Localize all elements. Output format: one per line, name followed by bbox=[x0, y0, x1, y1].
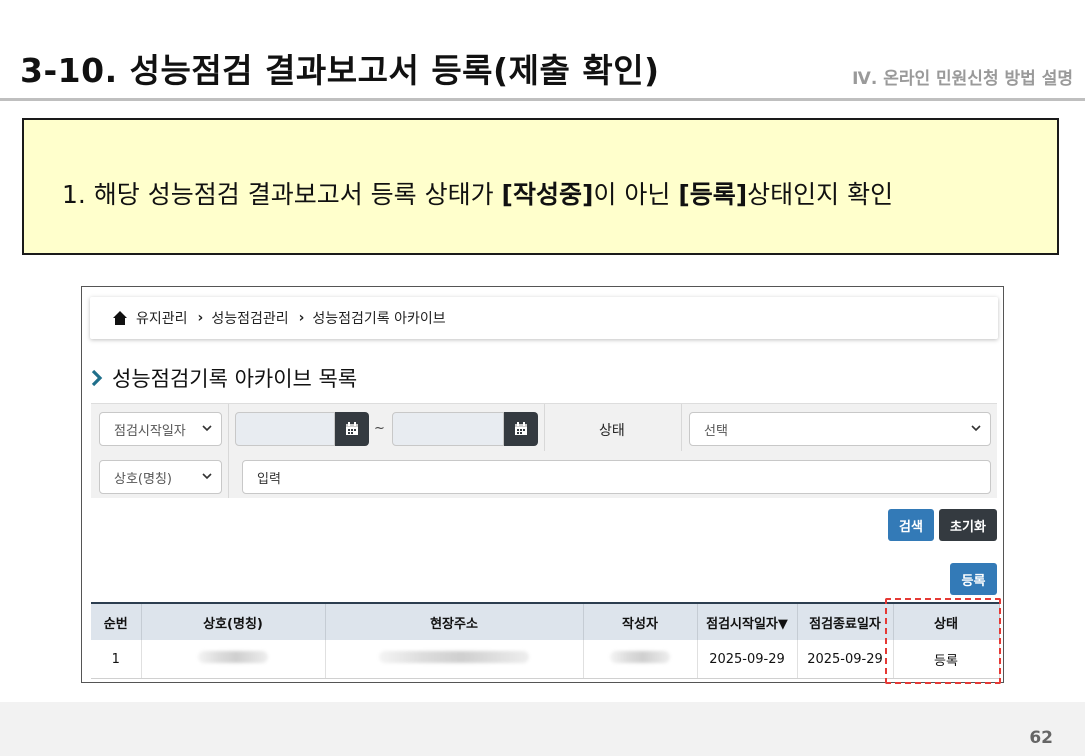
column-header-author[interactable]: 작성자 bbox=[583, 602, 698, 640]
date-type-select[interactable]: 점검시작일자 bbox=[99, 412, 222, 446]
keyword-input-placeholder: 입력 bbox=[257, 471, 281, 487]
filter-divider bbox=[228, 404, 229, 498]
column-header-end-date[interactable]: 점검종료일자 bbox=[797, 602, 894, 640]
instruction-state-writing: [작성중] bbox=[501, 180, 594, 209]
chevron-down-icon bbox=[971, 425, 981, 432]
row-start-date: 2025-09-29 bbox=[697, 640, 798, 679]
row-author-redacted bbox=[583, 640, 698, 679]
slide-title: 3-10. 성능점검 결과보고서 등록(제출 확인) bbox=[20, 51, 660, 90]
row-name-redacted bbox=[141, 640, 326, 679]
instruction-prefix: 1. 해당 성능점검 결과보고서 등록 상태가 bbox=[62, 180, 502, 209]
chevron-down-icon bbox=[202, 425, 212, 432]
column-header-no[interactable]: 순번 bbox=[91, 602, 142, 640]
filter-divider bbox=[544, 404, 545, 451]
title-divider bbox=[0, 98, 1085, 101]
row-end-date: 2025-09-29 bbox=[797, 640, 894, 679]
search-filter-panel: 점검시작일자 ~ 상태 선택 상호(명칭) 입력 bbox=[91, 403, 997, 498]
state-select[interactable]: 선택 bbox=[689, 412, 991, 446]
calendar-icon bbox=[515, 422, 527, 435]
reset-button[interactable]: 초기화 bbox=[939, 509, 997, 541]
redacted-author bbox=[610, 651, 670, 663]
chevron-right-icon: › bbox=[197, 310, 204, 326]
home-icon[interactable] bbox=[112, 310, 128, 326]
table-row[interactable]: 1 2025-09-29 2025-09-29 등록 bbox=[91, 640, 1000, 679]
date-to-input[interactable] bbox=[392, 412, 504, 446]
date-range-separator: ~ bbox=[374, 421, 385, 436]
state-label: 상태 bbox=[599, 423, 625, 439]
date-type-select-value: 점검시작일자 bbox=[114, 423, 186, 439]
page-title: 성능점검기록 아카이브 목록 bbox=[112, 367, 358, 391]
chevron-right-icon bbox=[91, 369, 103, 387]
table-header-row: 순번 상호(명칭) 현장주소 작성자 점검시작일자▼ 점검종료일자 상태 bbox=[91, 602, 1000, 640]
instruction-state-registered: [등록] bbox=[678, 180, 748, 209]
instruction-callout: 1. 해당 성능점검 결과보고서 등록 상태가 [작성중]이 아닌 [등록]상태… bbox=[22, 118, 1059, 255]
name-type-select-value: 상호(명칭) bbox=[114, 471, 172, 487]
column-header-address[interactable]: 현장주소 bbox=[325, 602, 584, 640]
state-highlight-box bbox=[885, 598, 1001, 684]
date-from-calendar-button[interactable] bbox=[335, 412, 369, 446]
search-button[interactable]: 검색 bbox=[888, 509, 934, 541]
instruction-mid: 이 아닌 bbox=[593, 180, 679, 209]
app-screenshot: 유지관리 › 성능점검관리 › 성능점검기록 아카이브 성능점검기록 아카이브 … bbox=[81, 286, 1004, 683]
list-heading: 성능점검기록 아카이브 목록 bbox=[90, 363, 357, 393]
date-to-calendar-button[interactable] bbox=[504, 412, 538, 446]
breadcrumb-item-performance-check[interactable]: 성능점검관리 bbox=[211, 308, 288, 328]
row-address-redacted bbox=[325, 640, 584, 679]
chevron-right-icon: › bbox=[298, 310, 305, 326]
page-number: 62 bbox=[1029, 728, 1053, 748]
column-header-start-date[interactable]: 점검시작일자▼ bbox=[697, 602, 798, 640]
slide-footer: 62 bbox=[0, 702, 1085, 756]
redacted-name bbox=[198, 651, 268, 663]
instruction-text: 1. 해당 성능점검 결과보고서 등록 상태가 [작성중]이 아닌 [등록]상태… bbox=[62, 175, 893, 211]
column-header-name[interactable]: 상호(명칭) bbox=[141, 602, 326, 640]
section-label: Ⅳ. 온라인 민원신청 방법 설명 bbox=[852, 69, 1073, 89]
row-no: 1 bbox=[91, 640, 142, 679]
date-from-input[interactable] bbox=[235, 412, 335, 446]
breadcrumb-item-archive[interactable]: 성능점검기록 아카이브 bbox=[312, 308, 445, 328]
state-select-value: 선택 bbox=[704, 423, 728, 439]
calendar-icon bbox=[346, 422, 358, 435]
keyword-input[interactable]: 입력 bbox=[242, 460, 991, 494]
chevron-down-icon bbox=[202, 473, 212, 480]
name-type-select[interactable]: 상호(명칭) bbox=[99, 460, 222, 494]
breadcrumb: 유지관리 › 성능점검관리 › 성능점검기록 아카이브 bbox=[90, 297, 998, 339]
instruction-suffix: 상태인지 확인 bbox=[747, 180, 894, 209]
breadcrumb-item-maintenance[interactable]: 유지관리 bbox=[136, 308, 188, 328]
filter-divider bbox=[681, 404, 682, 451]
archive-table: 순번 상호(명칭) 현장주소 작성자 점검시작일자▼ 점검종료일자 상태 1 2… bbox=[91, 602, 1000, 679]
register-button[interactable]: 등록 bbox=[950, 563, 997, 595]
redacted-address bbox=[379, 651, 529, 663]
